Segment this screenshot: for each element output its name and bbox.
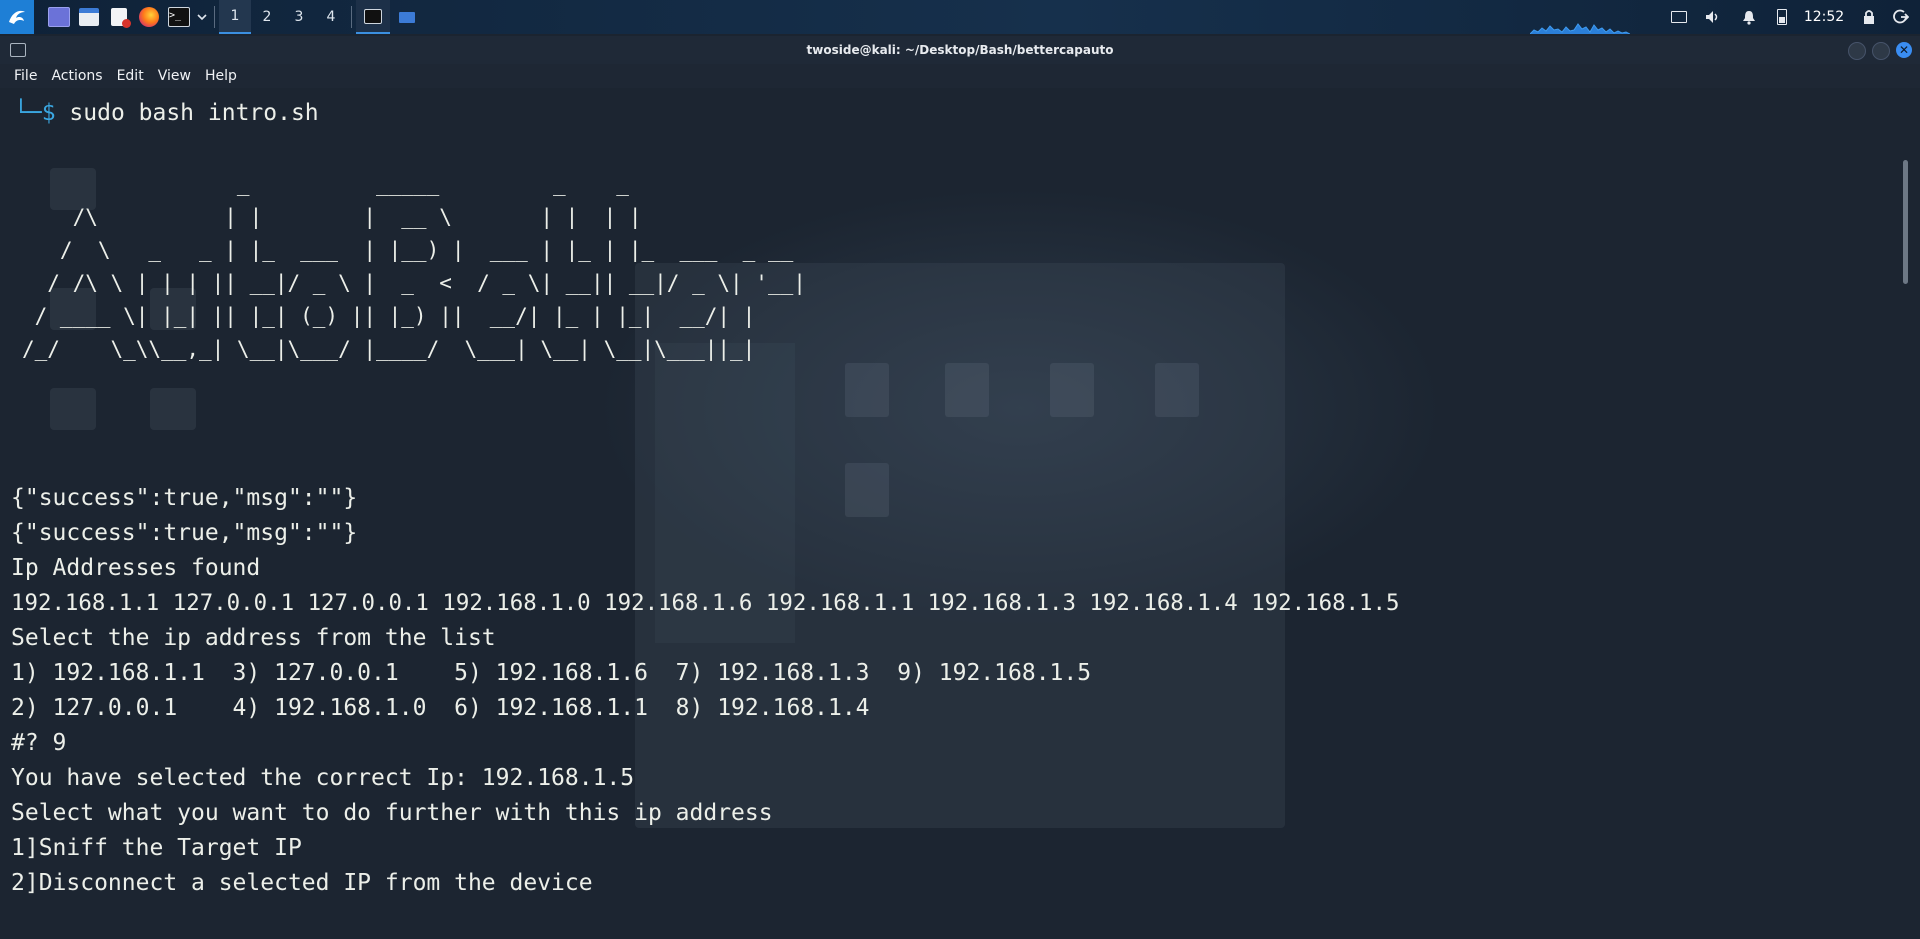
show-desktop-icon[interactable] [44, 0, 74, 34]
ascii-art-banner: _ _____ _ _ /\ | | | __ \ | | | | / \ _ … [22, 172, 806, 361]
output-line: {"success":true,"msg":""} [11, 485, 358, 511]
ghost-desktop-icon [50, 388, 96, 430]
window-title: twoside@kali: ~/Desktop/Bash/bettercapau… [806, 43, 1114, 57]
close-button[interactable]: ✕ [1896, 42, 1912, 58]
logout-icon[interactable] [1890, 0, 1912, 34]
ghost-file-icon [1050, 363, 1094, 417]
lock-icon[interactable] [1858, 0, 1880, 34]
prompt-symbol: └─$ [14, 100, 56, 126]
menu-actions[interactable]: Actions [51, 68, 102, 84]
scrollbar-thumb[interactable] [1903, 160, 1908, 284]
ghost-desktop-icon [150, 388, 196, 430]
output-line: 192.168.1.1 127.0.0.1 127.0.0.1 192.168.… [11, 590, 1400, 616]
terminal-output[interactable]: └─$ sudo bash intro.sh _ _____ _ _ /\ | … [0, 88, 1900, 939]
kali-menu-icon[interactable] [0, 0, 34, 34]
panel-separator [214, 6, 215, 28]
prompt-line: └─$ sudo bash intro.sh [14, 98, 319, 128]
output-line: Select the ip address from the list [11, 625, 496, 651]
ghost-file-icon [845, 463, 889, 517]
workspace-4[interactable]: 4 [315, 0, 347, 34]
output-line: You have selected the correct Ip: 192.16… [11, 765, 635, 791]
text-editor-icon[interactable] [104, 0, 134, 34]
menu-view[interactable]: View [158, 68, 191, 84]
notification-bell-icon[interactable] [1738, 0, 1760, 34]
output-line: 2) 127.0.0.1 4) 192.168.1.0 6) 192.168.1… [11, 695, 870, 721]
maximize-button[interactable] [1872, 42, 1890, 60]
panel-separator [351, 6, 352, 28]
display-icon[interactable] [1668, 0, 1690, 34]
workspace-2[interactable]: 2 [251, 0, 283, 34]
cpu-graph [1530, 23, 1630, 34]
menu-edit[interactable]: Edit [117, 68, 144, 84]
battery-icon [1772, 0, 1792, 34]
file-manager-icon[interactable] [74, 0, 104, 34]
window-titlebar[interactable]: twoside@kali: ~/Desktop/Bash/bettercapau… [0, 36, 1920, 64]
workspace-1[interactable]: 1 [219, 0, 251, 34]
volume-icon[interactable] [1702, 0, 1724, 34]
output-line: Ip Addresses found [11, 555, 261, 581]
output-line: 1) 192.168.1.1 3) 127.0.0.1 5) 192.168.1… [11, 660, 1092, 686]
taskbar-terminal-button[interactable] [356, 0, 390, 34]
minimize-button[interactable] [1848, 42, 1866, 60]
menu-bar: File Actions Edit View Help [0, 64, 1920, 88]
taskbar-file-manager-button[interactable] [390, 0, 424, 34]
firefox-icon[interactable] [134, 0, 164, 34]
output-line: 1]Sniff the Target IP [11, 835, 302, 861]
ghost-file-icon [945, 363, 989, 417]
terminal-icon[interactable]: >_ [164, 0, 194, 34]
ghost-file-icon [1155, 363, 1199, 417]
menu-help[interactable]: Help [205, 68, 237, 84]
output-line: #? 9 [11, 730, 67, 756]
window-terminal-icon [10, 43, 26, 57]
menu-file[interactable]: File [14, 68, 37, 84]
terminal-window: twoside@kali: ~/Desktop/Bash/bettercapau… [0, 36, 1920, 939]
top-panel: >_ 1 2 3 4 12:52 [0, 0, 1920, 34]
ghost-file-icon [845, 363, 889, 417]
output-line: 2]Disconnect a selected IP from the devi… [11, 870, 593, 896]
workspace-3[interactable]: 3 [283, 0, 315, 34]
output-line: Select what you want to do further with … [11, 800, 773, 826]
chevron-down-icon[interactable] [194, 0, 210, 34]
clock[interactable]: 12:52 [1804, 0, 1844, 34]
command-text: sudo bash intro.sh [69, 100, 319, 126]
output-line: {"success":true,"msg":""} [11, 520, 358, 546]
